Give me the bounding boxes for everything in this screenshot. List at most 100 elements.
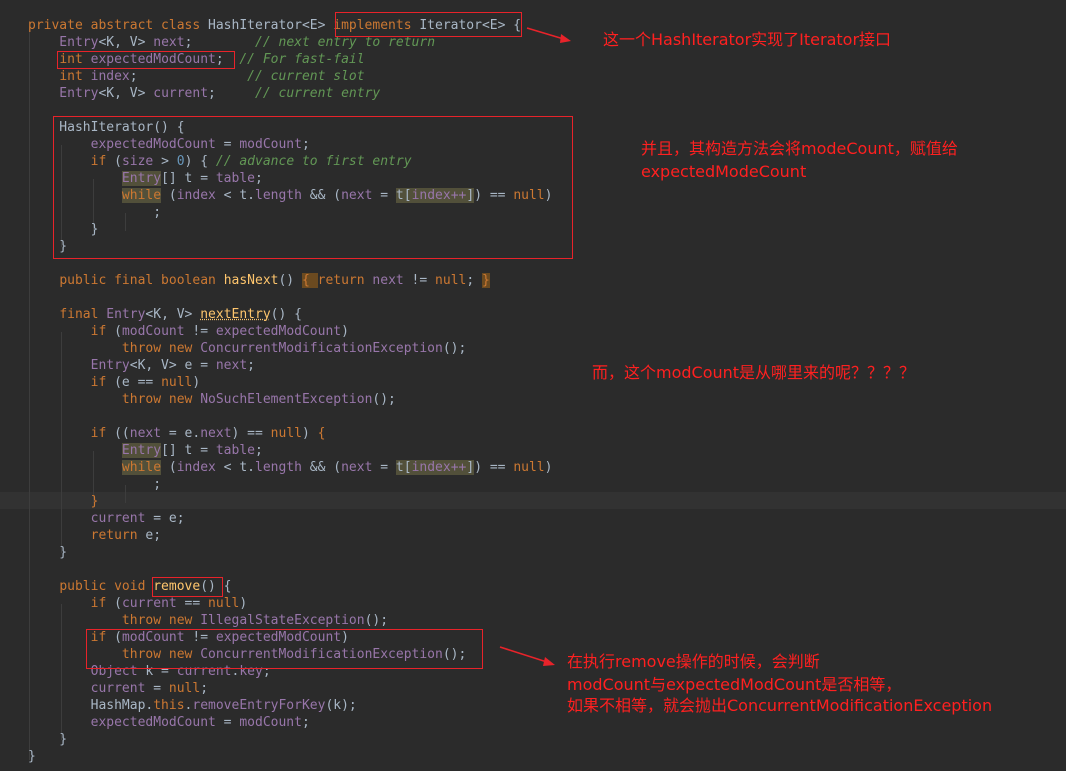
code-line[interactable]: current = e; (28, 510, 185, 527)
code-token: HashIterator (208, 18, 302, 33)
code-token: hasNext (223, 273, 279, 288)
code-token: (( (114, 426, 130, 441)
code-line[interactable]: current = null; (28, 680, 208, 697)
code-token: = (145, 681, 169, 696)
code-token: current (90, 511, 146, 526)
code-token: table (215, 443, 255, 458)
code-token: ; (301, 715, 310, 730)
annotation-remove-line2: modCount与expectedModCount是否相等， (567, 675, 902, 694)
code-token: public void (59, 579, 154, 594)
code-token: index (90, 69, 130, 84)
code-token: Entry (121, 443, 162, 458)
code-token: throw new (121, 613, 201, 628)
code-token: ; (208, 86, 256, 101)
code-token: expectedModCount (90, 715, 216, 730)
code-token: throw new (121, 392, 201, 407)
code-line[interactable]: int index; // current slot (28, 68, 364, 85)
code-token: modCount (121, 324, 185, 339)
code-token: (e == (114, 375, 162, 390)
code-token: (); (442, 341, 467, 356)
code-token: ; (466, 273, 475, 288)
code-line[interactable]: while (index < t.length && (next = t[ind… (28, 459, 552, 476)
code-token: <K, V> (98, 86, 154, 101)
code-token: HashMap. (28, 698, 154, 713)
code-line[interactable]: if (modCount != expectedModCount) (28, 323, 349, 340)
code-token: current (121, 596, 177, 611)
code-line[interactable]: ; (28, 476, 161, 493)
code-token: index++ (411, 460, 467, 475)
annotation-modcount-question: 而，这个modCount是从哪里来的呢？？？？ (592, 363, 916, 382)
code-line[interactable]: if (e == null) (28, 374, 201, 391)
remove-highlight-box (152, 577, 223, 597)
code-token: ) == (474, 460, 514, 475)
code-token: next (200, 426, 232, 441)
code-token: } (28, 749, 36, 764)
code-token: int (59, 69, 91, 84)
code-token: next (372, 273, 404, 288)
code-line[interactable]: HashMap.this.removeEntryForKey(k); (28, 697, 357, 714)
code-line[interactable]: if ((next = e.next) == null) { (28, 425, 326, 442)
code-token: ; (255, 443, 263, 458)
code-token: next (215, 358, 248, 373)
code-token: nextEntry (200, 307, 271, 322)
code-token: if (90, 426, 115, 441)
modcount-check-highlight-box (86, 629, 483, 669)
code-line[interactable]: } (28, 748, 36, 765)
code-token: removeEntryForKey (192, 698, 326, 713)
code-token: while (121, 460, 162, 475)
code-line[interactable]: } (28, 544, 67, 561)
code-token: if (90, 375, 115, 390)
code-line[interactable]: final Entry<K, V> nextEntry() { (28, 306, 302, 323)
code-token: next (341, 460, 373, 475)
implements-highlight-box (335, 12, 522, 37)
code-token: ) (239, 596, 248, 611)
annotation-constructor-line1: 并且，其构造方法会将modeCount，赋值给 (641, 139, 958, 158)
code-line[interactable]: } (28, 493, 99, 510)
code-token: <K, V> (98, 35, 154, 50)
code-line[interactable]: expectedModCount = modCount; (28, 714, 310, 731)
code-token: null (161, 375, 193, 390)
code-token: (k); (325, 698, 357, 713)
code-token: if (90, 596, 115, 611)
code-token: == (176, 596, 209, 611)
code-token: IllegalStateException (200, 613, 365, 628)
code-line[interactable]: return e; (28, 527, 161, 544)
code-token: ( (161, 460, 177, 475)
code-token: // For fast-fail (239, 52, 365, 67)
code-token: <E> (301, 18, 334, 33)
code-line[interactable]: throw new ConcurrentModificationExceptio… (28, 340, 466, 357)
code-token: (); (372, 392, 396, 407)
code-token: = e; (145, 511, 185, 526)
code-line[interactable]: Entry[] t = table; (28, 442, 263, 459)
code-token: ( (114, 596, 122, 611)
code-line[interactable]: throw new NoSuchElementException(); (28, 391, 396, 408)
code-line[interactable]: if (current == null) (28, 595, 248, 612)
code-token: ( (114, 324, 122, 339)
code-token: return (90, 528, 146, 543)
code-line[interactable]: public final boolean hasNext() { return … (28, 272, 490, 289)
code-token: ; (129, 69, 248, 84)
arrow-icon (526, 27, 571, 43)
code-token: () { (270, 307, 302, 322)
code-line[interactable]: } (28, 731, 67, 748)
code-token: } (28, 545, 68, 560)
code-line[interactable]: throw new IllegalStateException(); (28, 612, 388, 629)
code-line[interactable]: Entry<K, V> current; // current entry (28, 85, 380, 102)
code-editor[interactable]: private abstract class HashIterator<E> i… (0, 0, 1066, 771)
current-line-highlight (0, 492, 1066, 509)
code-token: NoSuchElementException (200, 392, 373, 407)
code-token: ) (341, 324, 349, 339)
code-line[interactable]: Entry<K, V> e = next; (28, 357, 255, 374)
code-token: ; (247, 358, 255, 373)
annotation-remove-line3: 如果不相等，就会抛出ConcurrentModificationExceptio… (567, 696, 993, 715)
